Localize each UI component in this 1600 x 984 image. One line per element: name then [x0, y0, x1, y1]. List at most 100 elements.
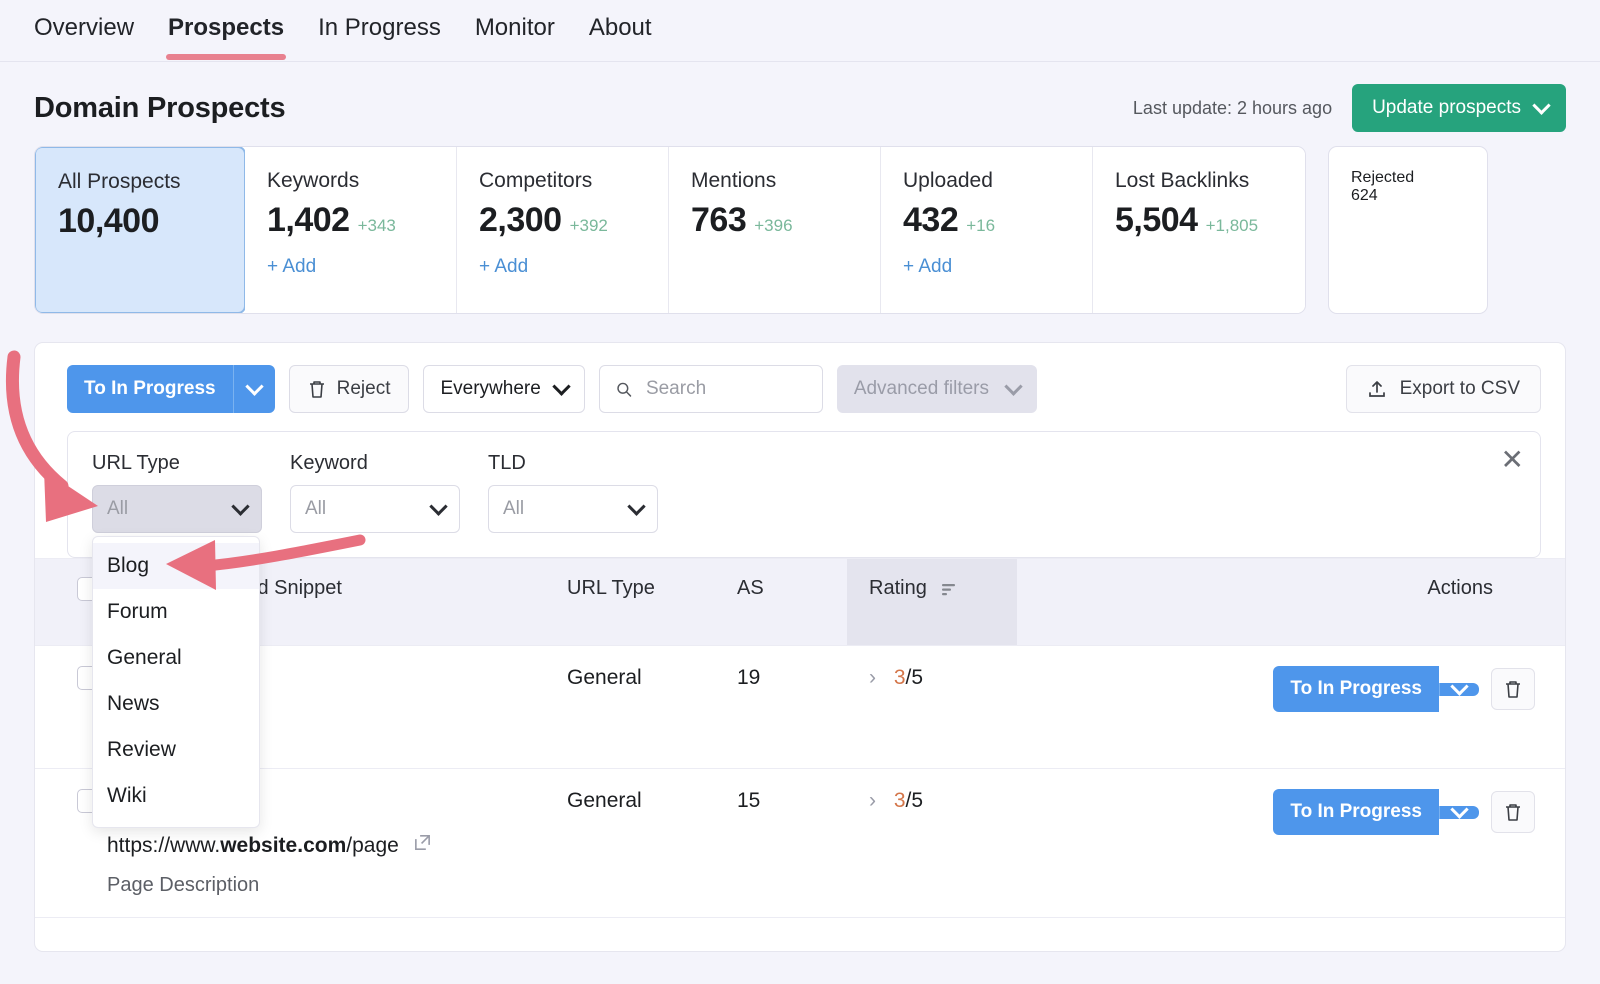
external-link-icon[interactable] [413, 833, 432, 858]
reject-button[interactable]: Reject [288, 365, 410, 413]
search-input[interactable] [643, 377, 806, 401]
column-label: AS [737, 577, 764, 599]
chevron-down-icon [244, 376, 264, 396]
update-prospects-button[interactable]: Update prospects [1352, 84, 1566, 132]
stat-card-delta: +392 [569, 216, 608, 235]
keyword-value: All [305, 498, 327, 519]
nav-tab-in-progress[interactable]: In Progress [318, 4, 441, 58]
stat-card-title: All Prospects [58, 170, 181, 193]
last-update-label: Last update: 2 hours ago [1132, 97, 1333, 118]
scope-value: Everywhere [440, 378, 541, 399]
export-to-csv-button[interactable]: Export to CSV [1345, 365, 1541, 413]
chevron-down-icon [552, 376, 571, 396]
chevron-down-icon [1004, 376, 1023, 396]
stat-card-value: 763 [691, 201, 747, 239]
reject-label: Reject [336, 378, 391, 399]
url-type-dropdown-menu: Blog Forum General News Review Wiki [92, 536, 260, 828]
filter-bar: URL Type All Keyword All TLD All ✕ [67, 431, 1541, 558]
row-url[interactable]: https://www.website.com/page [107, 833, 567, 858]
stat-card-value: 624 [1351, 187, 1378, 204]
dropdown-option-blog[interactable]: Blog [93, 543, 259, 589]
stat-card-keywords[interactable]: Keywords 1,402 +343 + Add [245, 147, 457, 313]
stat-card-title: Lost Backlinks [1115, 169, 1250, 192]
filter-label: Keyword [290, 452, 368, 474]
stat-card-title: Rejected [1351, 169, 1415, 186]
stat-card-lost-backlinks[interactable]: Lost Backlinks 5,504 +1,805 [1093, 147, 1305, 313]
column-as[interactable]: AS [737, 558, 847, 646]
stat-card-delta: +343 [357, 216, 396, 235]
sort-icon [942, 583, 956, 595]
row-rating-cell: › 3/5 [847, 768, 1017, 918]
dropdown-option-news[interactable]: News [93, 681, 259, 727]
to-in-progress-button[interactable]: To In Progress [67, 365, 233, 413]
chevron-down-icon [627, 496, 646, 516]
url-type-select[interactable]: All [92, 485, 262, 533]
table-row: e.com/page tion General [35, 645, 1565, 769]
trash-icon [1506, 804, 1520, 821]
row-to-in-progress-dropdown[interactable] [1439, 799, 1479, 819]
nav-tab-monitor[interactable]: Monitor [475, 4, 555, 58]
tld-select[interactable]: All [488, 485, 658, 533]
app-root: Overview Prospects In Progress Monitor A… [0, 0, 1600, 984]
row-delete-button[interactable] [1491, 668, 1535, 710]
stat-card-uploaded[interactable]: Uploaded 432 +16 + Add [881, 147, 1093, 313]
update-prospects-label: Update prospects [1372, 97, 1521, 118]
add-competitors-link[interactable]: + Add [479, 256, 646, 278]
expand-icon[interactable]: › [869, 666, 876, 689]
stat-card-mentions[interactable]: Mentions 763 +396 [669, 147, 881, 313]
stat-card-delta: +1,805 [1205, 216, 1259, 235]
stat-card-delta: +396 [754, 216, 793, 235]
stat-card-title: Uploaded [903, 169, 993, 192]
column-actions: Actions [1017, 558, 1565, 646]
stat-card-all-prospects[interactable]: All Prospects 10,400 [35, 147, 246, 313]
stat-card-rejected[interactable]: Rejected 624 [1328, 146, 1488, 314]
stat-card-value: 2,300 [479, 201, 562, 239]
row-url-domain: website.com [220, 834, 347, 857]
row-to-in-progress-button[interactable]: To In Progress [1273, 789, 1439, 835]
row-url-type: General [567, 645, 737, 769]
trash-icon [309, 381, 324, 398]
row-rating-cell: › 3/5 [847, 645, 1017, 769]
header-actions: Last update: 2 hours ago Update prospect… [1133, 84, 1566, 132]
panel-toolbar: To In Progress Reject Everywhere Search … [35, 343, 1565, 431]
row-as: 19 [737, 645, 847, 769]
column-rating[interactable]: Rating [847, 558, 1017, 646]
row-to-in-progress-button[interactable]: To In Progress [1273, 666, 1439, 712]
stat-card-value: 1,402 [267, 201, 350, 239]
column-label: URL Type [567, 577, 655, 599]
advanced-filters-button[interactable]: Advanced filters [836, 365, 1037, 413]
chevron-down-icon [1450, 799, 1469, 819]
add-keywords-link[interactable]: + Add [267, 256, 434, 278]
nav-tab-prospects[interactable]: Prospects [166, 4, 287, 60]
row-actions-cell: To In Progress [1017, 645, 1565, 769]
expand-icon[interactable]: › [869, 789, 876, 812]
advanced-filters-label: Advanced filters [853, 378, 989, 399]
scope-select[interactable]: Everywhere [423, 365, 585, 413]
to-in-progress-split-button: To In Progress [67, 365, 275, 413]
nav-tab-overview[interactable]: Overview [34, 4, 134, 58]
dropdown-option-review[interactable]: Review [93, 727, 259, 773]
row-to-in-progress-dropdown[interactable] [1439, 676, 1479, 696]
row-delete-button[interactable] [1491, 791, 1535, 833]
close-filters-icon[interactable]: ✕ [1501, 446, 1524, 474]
add-uploaded-link[interactable]: + Add [903, 256, 1070, 278]
filter-tld: TLD All [488, 452, 658, 533]
dropdown-option-forum[interactable]: Forum [93, 589, 259, 635]
column-url-type[interactable]: URL Type [567, 558, 737, 646]
prospects-panel: To In Progress Reject Everywhere Search … [34, 342, 1566, 952]
stat-card-delta: +16 [966, 216, 996, 235]
to-in-progress-dropdown-button[interactable] [232, 365, 275, 413]
column-label: Actions [1427, 577, 1493, 599]
tld-value: All [503, 498, 525, 519]
row-description: Page Description [107, 874, 260, 896]
dropdown-option-general[interactable]: General [93, 635, 259, 681]
stat-cards: All Prospects 10,400 Keywords 1,402 +343… [0, 140, 1600, 314]
nav-tab-about[interactable]: About [589, 4, 652, 58]
main-navigation: Overview Prospects In Progress Monitor A… [0, 0, 1600, 62]
row-rating: 3 [893, 666, 906, 689]
search-box[interactable] [598, 365, 823, 413]
keyword-select[interactable]: All [290, 485, 460, 533]
dropdown-option-wiki[interactable]: Wiki [93, 773, 259, 819]
stat-card-competitors[interactable]: Competitors 2,300 +392 + Add [457, 147, 669, 313]
chevron-down-icon [231, 496, 250, 516]
